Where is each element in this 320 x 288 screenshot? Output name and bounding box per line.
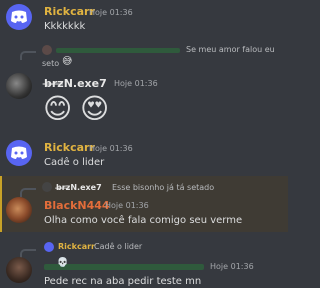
reply-avatar — [42, 45, 52, 55]
reply-text-continued: seto — [42, 59, 60, 68]
reply-text[interactable]: Cadê o lider — [94, 242, 142, 251]
timestamp: Hoje 01:36 — [89, 8, 133, 17]
reply-author[interactable]: Rickcarr — [58, 242, 95, 251]
avatar-rickcarr[interactable] — [6, 140, 32, 166]
reply-author[interactable]: b̶r̶z̶N.exe7 — [56, 183, 102, 192]
reply-avatar — [42, 182, 52, 192]
discord-logo-icon — [11, 10, 27, 23]
smiling-face-emoji: 😊 — [43, 92, 73, 125]
message-text: Cadê o lider — [44, 157, 105, 168]
avatar-brzn[interactable] — [6, 73, 32, 99]
author-name[interactable]: BlackN444 — [44, 199, 110, 212]
timestamp: Hoje 01:36 — [105, 201, 149, 210]
reply-connector — [20, 51, 36, 60]
discord-logo-icon — [11, 146, 27, 159]
author-name[interactable]: Rickcarr — [44, 5, 95, 18]
timestamp: Hoje 01:36 — [114, 79, 158, 88]
heart-eyes-emoji: 😍 — [80, 92, 110, 125]
reply-author-redacted — [56, 48, 180, 53]
reply-avatar — [44, 242, 54, 252]
author-name[interactable]: Rickcarr — [44, 141, 95, 154]
message-text: Olha como você fala comigo seu verme — [44, 215, 243, 226]
avatar-user[interactable] — [6, 257, 32, 283]
author-name[interactable]: b̶r̶z̶N.exe7 — [44, 77, 107, 90]
timestamp: Hoje 01:36 — [210, 262, 254, 271]
avatar-blackn[interactable] — [6, 197, 32, 223]
message-text: Kkkkkkk — [44, 21, 86, 32]
reply-connector — [20, 188, 36, 197]
reply-text[interactable]: Se meu amor falou eu — [186, 45, 275, 54]
reply-text[interactable]: Esse bisonho já tá setado — [112, 183, 214, 192]
emoji-icon: 😅 — [62, 56, 73, 67]
avatar-rickcarr[interactable] — [6, 4, 32, 30]
message-text: Pede rec na aba pedir teste mn — [44, 276, 202, 287]
timestamp: Hoje 01:36 — [89, 144, 133, 153]
emoji-icon: 💀 — [57, 258, 69, 268]
